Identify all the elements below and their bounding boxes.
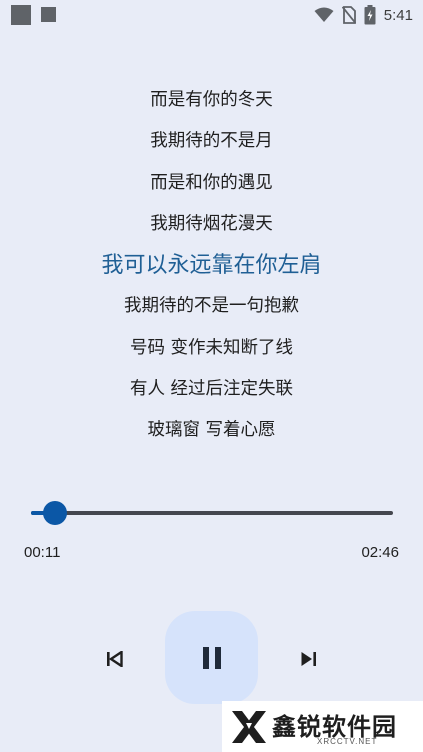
watermark-subtext: XRCCTV.NET (317, 737, 378, 746)
lyric-line[interactable]: 而是有你的冬天 (0, 80, 423, 121)
next-button[interactable] (291, 642, 325, 676)
seek-track[interactable] (31, 511, 393, 515)
lyric-line[interactable]: 而是和你的遇见 (0, 163, 423, 204)
skip-next-icon (301, 652, 316, 666)
skip-previous-icon (107, 651, 123, 667)
wifi-icon (314, 7, 334, 22)
elapsed-time: 00:11 (24, 544, 61, 561)
no-sim-icon (341, 6, 356, 24)
notification-square-icon (41, 7, 56, 22)
previous-button[interactable] (98, 642, 132, 676)
lyric-line[interactable]: 有人 经过后注定失联 (0, 369, 423, 410)
seek-bar[interactable] (31, 498, 393, 528)
status-icons: 5:41 (314, 4, 413, 26)
lyric-line-active[interactable]: 我可以永远靠在你左肩 (0, 245, 423, 286)
battery-charging-icon (364, 5, 376, 25)
lyric-line[interactable]: 玻璃窗 写着心愿 (0, 410, 423, 451)
seek-thumb[interactable] (42, 501, 67, 525)
play-pause-button[interactable] (165, 611, 258, 704)
watermark-logo-icon (232, 711, 266, 743)
lyric-line[interactable]: 我期待烟花漫天 (0, 204, 423, 245)
status-time: 5:41 (383, 6, 413, 24)
total-time: 02:46 (361, 544, 399, 561)
notification-square-icon (11, 5, 31, 25)
watermark: 鑫锐软件园 XRCCTV.NET (222, 701, 423, 752)
lyric-line[interactable]: 号码 变作未知断了线 (0, 328, 423, 369)
status-bar: 5:41 (0, 0, 423, 30)
lyric-line[interactable]: 我期待的不是一句抱歉 (0, 286, 423, 327)
lyric-line[interactable]: 我期待的不是月 (0, 121, 423, 162)
lyrics-list[interactable]: 而是有你的冬天 我期待的不是月 而是和你的遇见 我期待烟花漫天 我可以永远靠在你… (0, 80, 423, 452)
pause-icon (202, 646, 221, 669)
